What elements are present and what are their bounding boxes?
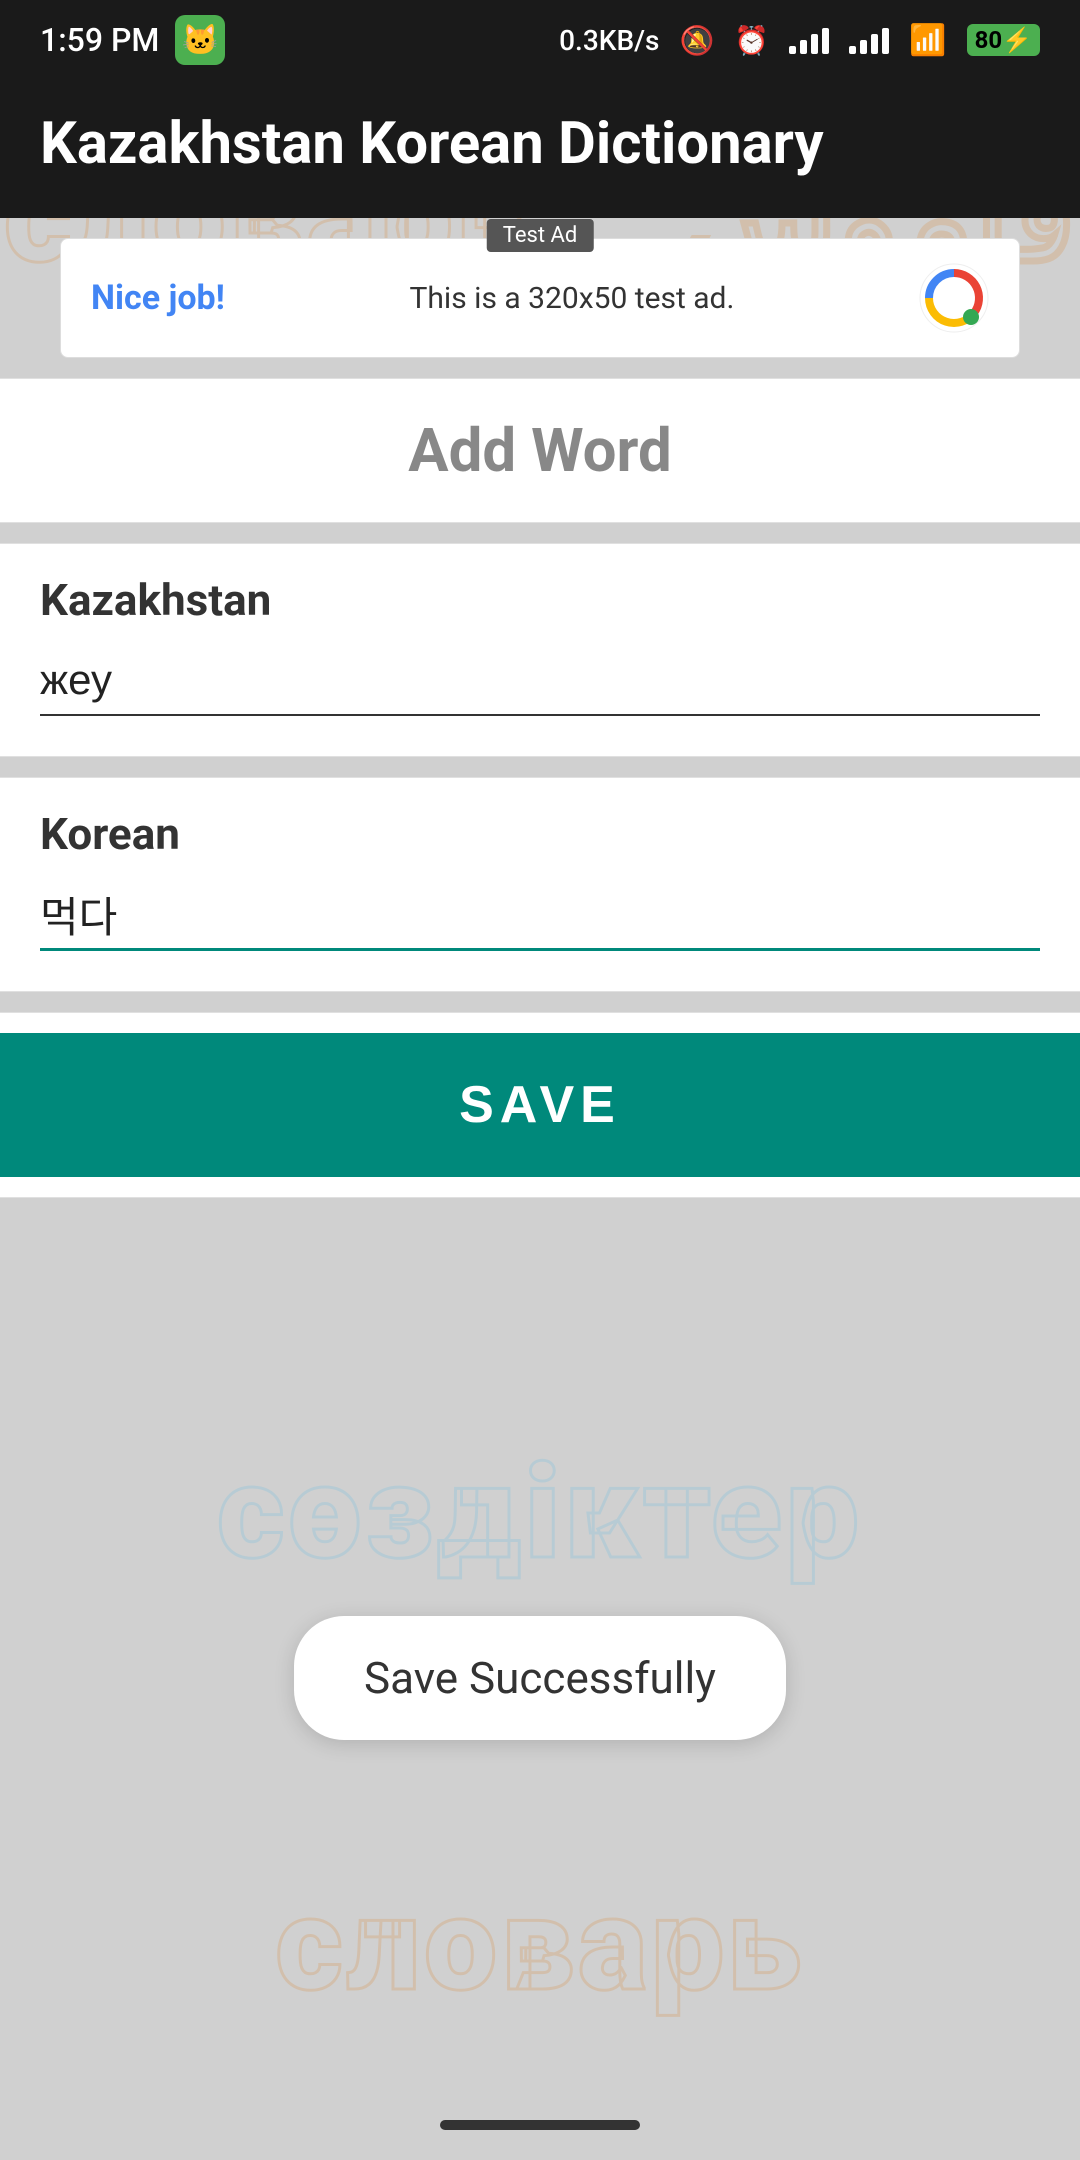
content-overlay: 1:59 PM 🐱 0.3KB/s 🔕 ⏰ 📶 80 [0,0,1080,1198]
toast-notification: Save Successfully [294,1616,786,1740]
kazakhstan-input[interactable] [40,646,1040,716]
korean-input-section: Korean [0,777,1080,992]
signal-bars-2 [849,26,889,54]
ad-banner[interactable]: Test Ad Nice job! This is a 320x50 test … [60,238,1020,358]
kazakhstan-input-section: Kazakhstan [0,543,1080,757]
status-bar: 1:59 PM 🐱 0.3KB/s 🔕 ⏰ 📶 80 [0,0,1080,80]
status-bar-left: 1:59 PM 🐱 [40,15,225,65]
time-display: 1:59 PM [40,21,159,59]
ad-logo [919,263,989,333]
data-speed: 0.3KB/s [559,24,659,57]
app-title: Kazakhstan Korean Dictionary [40,110,1040,178]
save-button-container: SAVE [0,1012,1080,1198]
app-header: Kazakhstan Korean Dictionary [0,80,1080,218]
status-bar-right: 0.3KB/s 🔕 ⏰ 📶 80 ⚡ [559,23,1040,58]
home-indicator [440,2120,640,2130]
add-word-title: Add Word [408,415,671,486]
wifi-icon: 📶 [909,23,946,58]
watermark-5: словарь [275,1868,804,2021]
signal-bars-1 [789,26,829,54]
kazakhstan-label: Kazakhstan [40,574,1040,626]
watermark-4: сөздіктер [217,1436,863,1589]
ad-description: This is a 320x50 test ad. [410,281,735,316]
save-button[interactable]: SAVE [0,1033,1080,1177]
mute-icon: 🔕 [679,24,714,57]
korean-input[interactable] [40,880,1040,951]
korean-label: Korean [40,808,1040,860]
alarm-icon: ⏰ [734,24,769,57]
battery-indicator: 80 ⚡ [967,24,1040,56]
app-icon: 🐱 [175,15,225,65]
toast-message: Save Successfully [364,1652,716,1704]
ad-nice-job: Nice job! [91,278,225,318]
add-word-section: Add Word [0,378,1080,523]
ad-label: Test Ad [487,219,594,252]
